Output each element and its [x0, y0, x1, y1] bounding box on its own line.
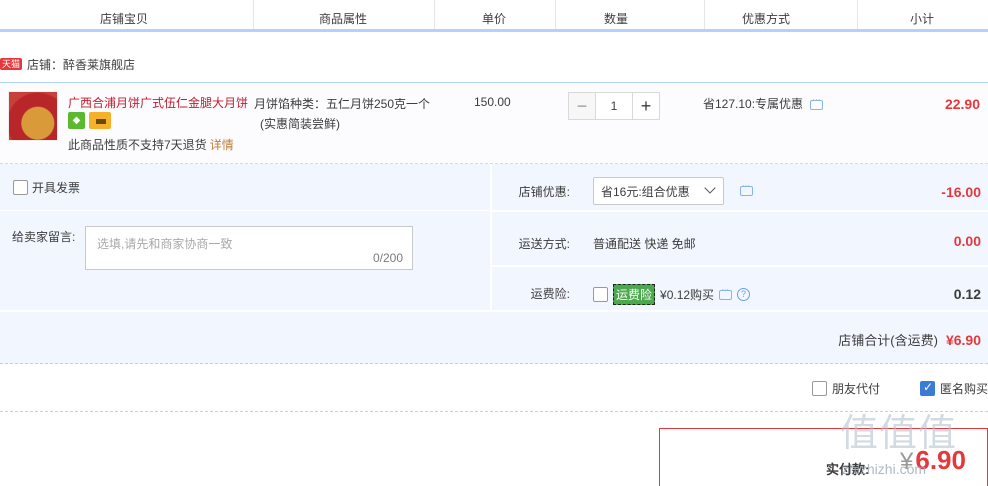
header-divider	[434, 0, 435, 29]
store-total: 店铺合计(含运费) ¥6.90	[838, 330, 981, 349]
header-divider	[704, 0, 705, 29]
invoice-option[interactable]: 开具发票	[13, 179, 80, 196]
chat-icon[interactable]	[719, 285, 733, 300]
header-divider	[253, 0, 254, 29]
insurance-value: 0.12	[953, 286, 981, 302]
col-header-discount: 优惠方式	[742, 12, 791, 26]
seller-message-count: 0/200	[372, 251, 403, 265]
quantity-decrease-button[interactable]: −	[568, 92, 596, 120]
watermark-logo: 值值值	[840, 411, 958, 455]
seller-message-placeholder: 选填,请先和商家协商一致	[97, 237, 233, 251]
anonymous-checkbox[interactable]	[920, 380, 935, 396]
product-attribute-sub: (实惠简装尝鲜)	[260, 117, 340, 131]
shop-discount-label: 店铺优惠:	[518, 185, 570, 199]
insurance-price: ¥0.12购买	[660, 288, 715, 302]
shop-name[interactable]: 店铺：醉香莱旗舰店	[27, 56, 135, 73]
product-title-link[interactable]: 广西合浦月饼广式伍仁金腿大月饼	[68, 94, 250, 111]
col-header-qty: 数量	[604, 12, 629, 26]
panel-divider	[492, 210, 988, 212]
cart-header: 店铺宝贝 商品属性 单价 数量 优惠方式 小计	[0, 0, 988, 32]
shop-discount-select[interactable]: 省16元:组合优惠	[593, 177, 724, 205]
anonymous-option[interactable]: 匿名购买	[920, 379, 988, 397]
shipping-label: 运送方式:	[518, 237, 570, 251]
header-divider	[857, 0, 858, 29]
quantity-increase-button[interactable]: +	[632, 92, 660, 120]
watermark-url: zhizhizhi.com	[842, 461, 927, 477]
shop-discount-value: -16.00	[941, 184, 981, 200]
return-policy-note: 此商品性质不支持7天退货 详情	[68, 138, 234, 152]
store-total-value: ¥6.90	[945, 332, 981, 348]
anonymous-label: 匿名购买	[940, 381, 988, 396]
seller-message-label: 给卖家留言:	[12, 230, 76, 244]
invoice-label: 开具发票	[32, 181, 81, 195]
product-attribute: 月饼馅种类：五仁月饼250克一个	[254, 97, 431, 111]
header-divider	[555, 0, 556, 29]
order-options-panel: 开具发票 给卖家留言: 选填,请先和商家协商一致 0/200 店铺优惠: 省16…	[0, 164, 988, 364]
service-icons: ◆	[68, 112, 111, 129]
chat-icon[interactable]	[810, 95, 824, 110]
insurance-checkbox[interactable]	[593, 287, 608, 302]
item-subtotal: 22.90	[944, 96, 980, 112]
item-discount: 省127.10:专属优惠	[703, 95, 824, 112]
friend-pay-option[interactable]: 朋友代付	[812, 379, 880, 397]
shop-name-line: 天猫 店铺：醉香莱旗舰店	[0, 56, 135, 72]
friend-pay-checkbox[interactable]	[812, 380, 827, 396]
store-total-label: 店铺合计(含运费)	[838, 333, 938, 348]
panel-divider	[492, 265, 988, 267]
friend-pay-label: 朋友代付	[832, 381, 881, 396]
panel-divider	[0, 210, 490, 211]
product-thumbnail[interactable]	[8, 91, 58, 141]
col-header-subtotal: 小计	[910, 12, 935, 26]
col-header-item: 店铺宝贝	[100, 12, 149, 26]
invoice-checkbox[interactable]	[13, 180, 28, 195]
certified-icon[interactable]: ◆	[68, 112, 85, 129]
tmall-badge: 天猫	[0, 58, 23, 70]
col-header-attr: 商品属性	[319, 12, 368, 26]
unit-price: 150.00	[474, 95, 511, 109]
insurance-label: 运费险:	[530, 287, 570, 301]
shipping-insurance-option: 运费险 ¥0.12购买 ?	[593, 284, 751, 305]
quantity-input[interactable]: 1	[596, 92, 632, 120]
panel-divider	[0, 310, 988, 312]
card-payment-icon[interactable]	[89, 112, 111, 129]
return-policy-details-link[interactable]: 详情	[210, 138, 234, 152]
insurance-badge: 运费险	[613, 284, 656, 305]
col-header-price: 单价	[482, 12, 507, 26]
quantity-stepper: − 1 +	[568, 92, 660, 120]
chevron-down-icon	[704, 182, 716, 194]
shipping-method: 普通配送 快递 免邮	[593, 237, 696, 251]
cart-item-row: 广西合浦月饼广式伍仁金腿大月饼 ◆ 此商品性质不支持7天退货 详情 月饼馅种类：五…	[0, 82, 988, 164]
help-icon[interactable]: ?	[737, 288, 751, 301]
seller-message-input[interactable]: 选填,请先和商家协商一致 0/200	[85, 226, 413, 270]
shipping-value: 0.00	[953, 233, 981, 249]
chat-icon[interactable]	[740, 181, 753, 196]
